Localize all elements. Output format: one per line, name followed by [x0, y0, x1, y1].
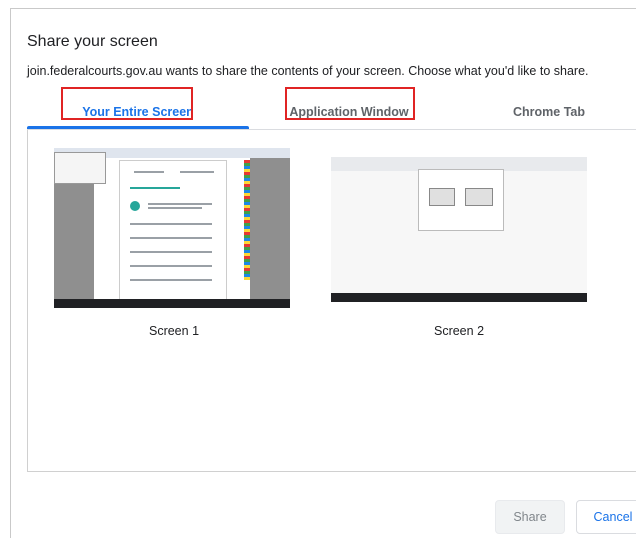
- screen-1-label: Screen 1: [148, 324, 200, 338]
- cancel-button[interactable]: Cancel: [576, 500, 636, 534]
- source-list-panel: Screen 1 Screen 2: [27, 130, 636, 472]
- screen-1-thumbnail: [54, 148, 290, 308]
- share-button[interactable]: Share: [495, 500, 565, 534]
- share-screen-dialog: Share your screen join.federalcourts.gov…: [10, 8, 636, 538]
- tab-chrome-tab[interactable]: Chrome Tab: [449, 97, 636, 127]
- dialog-subtitle: join.federalcourts.gov.au wants to share…: [27, 64, 589, 78]
- screen-1-option[interactable]: Screen 1: [54, 148, 294, 338]
- screen-2-label: Screen 2: [433, 324, 485, 338]
- source-tabs: Your Entire Screen Application Window Ch…: [27, 97, 636, 130]
- tab-your-entire-screen[interactable]: Your Entire Screen: [27, 97, 249, 129]
- dialog-title: Share your screen: [27, 33, 158, 50]
- screen-2-option[interactable]: Screen 2: [331, 157, 587, 347]
- tab-application-window[interactable]: Application Window: [249, 97, 449, 127]
- screen-2-thumbnail: [331, 157, 587, 302]
